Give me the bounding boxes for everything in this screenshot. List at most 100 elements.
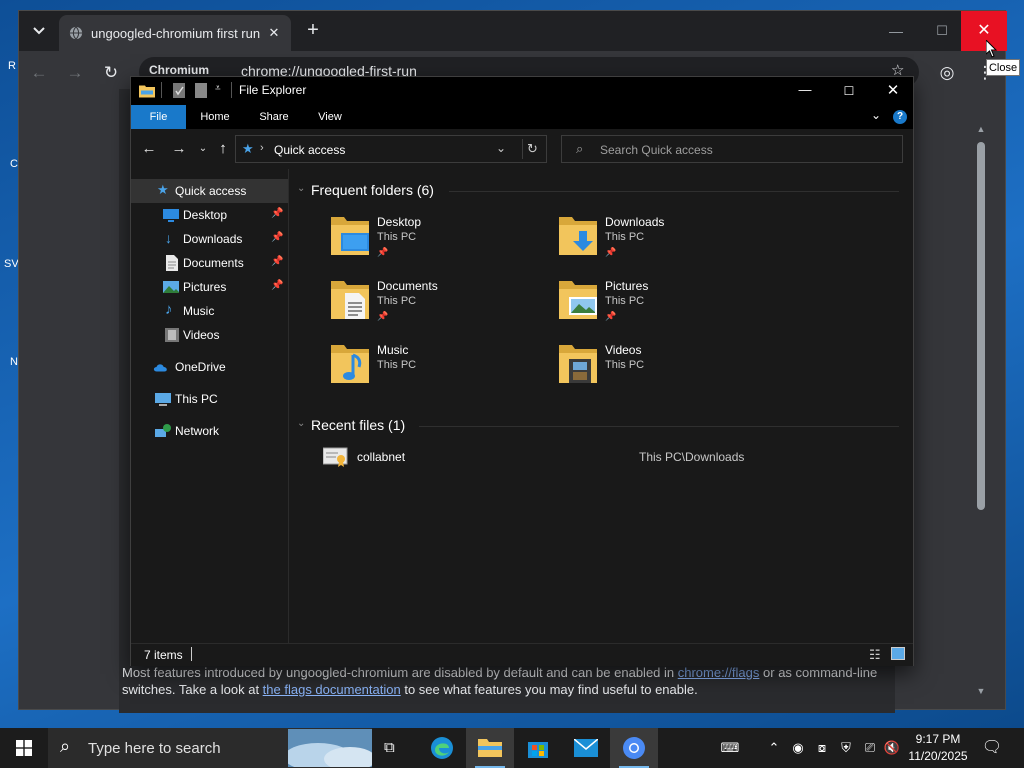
certificate-file-icon [323,447,348,467]
nav-item-downloads[interactable]: ↓ Downloads 📌 [131,227,288,251]
folder-tile-documents[interactable]: Documents This PC 📌 [329,277,529,325]
task-view-icon: ⧉ [384,739,395,756]
folder-tile-music[interactable]: Music This PC [329,341,529,389]
folder-tile-desktop[interactable]: Desktop This PC 📌 [329,213,529,261]
close-button[interactable]: ✕ [961,11,1007,51]
folder-icon [139,85,155,98]
maximize-button[interactable]: ☐ [919,11,965,51]
touch-keyboard-icon[interactable]: ⌨ [718,740,742,756]
reload-icon[interactable]: ↻ [99,61,123,85]
customize-qat-icon[interactable]: ⩡ [215,83,221,94]
refresh-icon[interactable]: ↻ [527,141,538,157]
separator [191,647,192,661]
taskbar-clock[interactable]: 9:17 PM 11/20/2025 [898,731,978,765]
film-icon [165,328,179,342]
properties-icon[interactable] [173,83,185,98]
flags-link[interactable]: chrome://flags [678,665,760,680]
taskbar-edge[interactable] [418,728,466,768]
security-icon[interactable]: ⛨ [836,740,856,756]
task-view-button[interactable]: ⧉ [368,728,416,768]
computer-icon [155,393,171,406]
item-count: 7 items [144,648,183,662]
scrollbar-thumb[interactable] [977,142,985,510]
taskbar-mail[interactable] [562,728,610,768]
network-status-icon[interactable]: ⎚ [860,740,880,756]
tab-close-icon[interactable]: ✕ [265,24,283,42]
close-tooltip: Close [986,59,1020,76]
back-icon[interactable]: ← [27,61,51,85]
scroll-down-icon[interactable]: ▼ [975,686,987,698]
nav-item-this-pc[interactable]: This PC [131,387,288,411]
address-bar[interactable]: ★ › Quick access ⌄ ↻ [235,135,547,163]
record-icon[interactable]: ◉ [788,740,808,756]
pin-icon[interactable]: 📌 [271,256,283,267]
pin-icon[interactable]: 📌 [271,208,283,219]
profile-icon[interactable]: ◎ [935,61,959,85]
recent-files-header[interactable]: Recent files (1) [311,417,405,433]
nav-item-network[interactable]: Network [131,419,288,443]
forward-icon[interactable]: → [169,139,189,159]
note-text: to see what features you may find useful… [400,682,698,697]
nav-item-music[interactable]: ♪ Music [131,299,288,323]
tab-view[interactable]: View [305,105,355,129]
new-folder-icon[interactable] [195,83,207,98]
recent-locations-icon[interactable]: ⌄ [193,139,213,159]
back-icon[interactable]: ← [139,139,159,159]
search-icon: ⌕ [576,141,584,156]
clock-date: 11/20/2025 [908,749,968,763]
explorer-minimize-button[interactable]: — [783,77,827,105]
taskbar-chromium[interactable] [610,728,658,768]
tab-file[interactable]: File [131,105,186,129]
show-hidden-icons-icon[interactable]: ⌃ [764,740,784,756]
taskbar-search-box[interactable]: ⌕ Type here to search [48,728,372,768]
nav-quick-access[interactable]: ★ Quick access [131,179,288,203]
address-text: Quick access [274,143,346,157]
nav-item-pictures[interactable]: Pictures 📌 [131,275,288,299]
tab-search-button[interactable] [27,19,51,43]
pictures-icon [163,281,179,293]
expand-ribbon-icon[interactable]: ⌄ [871,108,881,122]
desktop-folder-icon [331,217,369,255]
search-input[interactable]: ⌕ Search Quick access [561,135,903,163]
flags-documentation-link[interactable]: the flags documentation [263,682,401,697]
frequent-folders-header[interactable]: Frequent folders (6) [311,182,434,198]
folder-tile-downloads[interactable]: Downloads This PC 📌 [557,213,757,261]
collapse-group-icon[interactable]: ⌄ [297,183,305,194]
taskbar-file-explorer[interactable] [466,728,514,768]
new-tab-button[interactable]: + [303,20,323,41]
forward-icon[interactable]: → [63,61,87,85]
collapse-group-icon[interactable]: ⌄ [297,418,305,429]
browser-tab[interactable]: ungoogled-chromium first run ✕ [59,15,291,51]
search-placeholder: Search Quick access [600,143,713,157]
taskbar-store[interactable] [514,728,562,768]
nav-item-desktop[interactable]: Desktop 📌 [131,203,288,227]
desktop-icon-label: R [8,60,16,72]
camera-icon[interactable]: ⧇ [812,740,832,756]
file-explorer-icon [478,739,502,757]
windows-logo-icon [16,740,32,756]
pin-icon[interactable]: 📌 [271,232,283,243]
tab-home[interactable]: Home [189,105,241,129]
tab-share[interactable]: Share [249,105,299,129]
nav-item-onedrive[interactable]: OneDrive [131,355,288,379]
pin-icon[interactable]: 📌 [271,280,283,291]
up-icon[interactable]: ↑ [213,139,233,159]
folder-tile-videos[interactable]: Videos This PC [557,341,757,389]
help-icon[interactable]: ? [893,110,907,124]
minimize-button[interactable]: — [873,11,919,51]
clock-time: 9:17 PM [915,732,961,746]
explorer-close-button[interactable]: ✕ [871,77,915,105]
scroll-up-icon[interactable]: ▲ [975,124,987,136]
start-button[interactable] [0,728,48,768]
folder-tile-pictures[interactable]: Pictures This PC 📌 [557,277,757,325]
nav-item-documents[interactable]: Documents 📌 [131,251,288,275]
search-icon: ⌕ [60,736,71,756]
details-view-icon[interactable]: ☷ [869,647,881,663]
explorer-maximize-button[interactable]: ☐ [827,77,871,105]
recent-file-path: This PC\Downloads [639,450,745,464]
large-icons-view-icon[interactable] [891,647,905,660]
address-dropdown-icon[interactable]: ⌄ [496,141,506,155]
notifications-icon[interactable]: 🗨 [980,740,1004,756]
nav-item-videos[interactable]: Videos [131,323,288,347]
recent-file-row[interactable]: collabnet This PC\Downloads [319,445,899,469]
